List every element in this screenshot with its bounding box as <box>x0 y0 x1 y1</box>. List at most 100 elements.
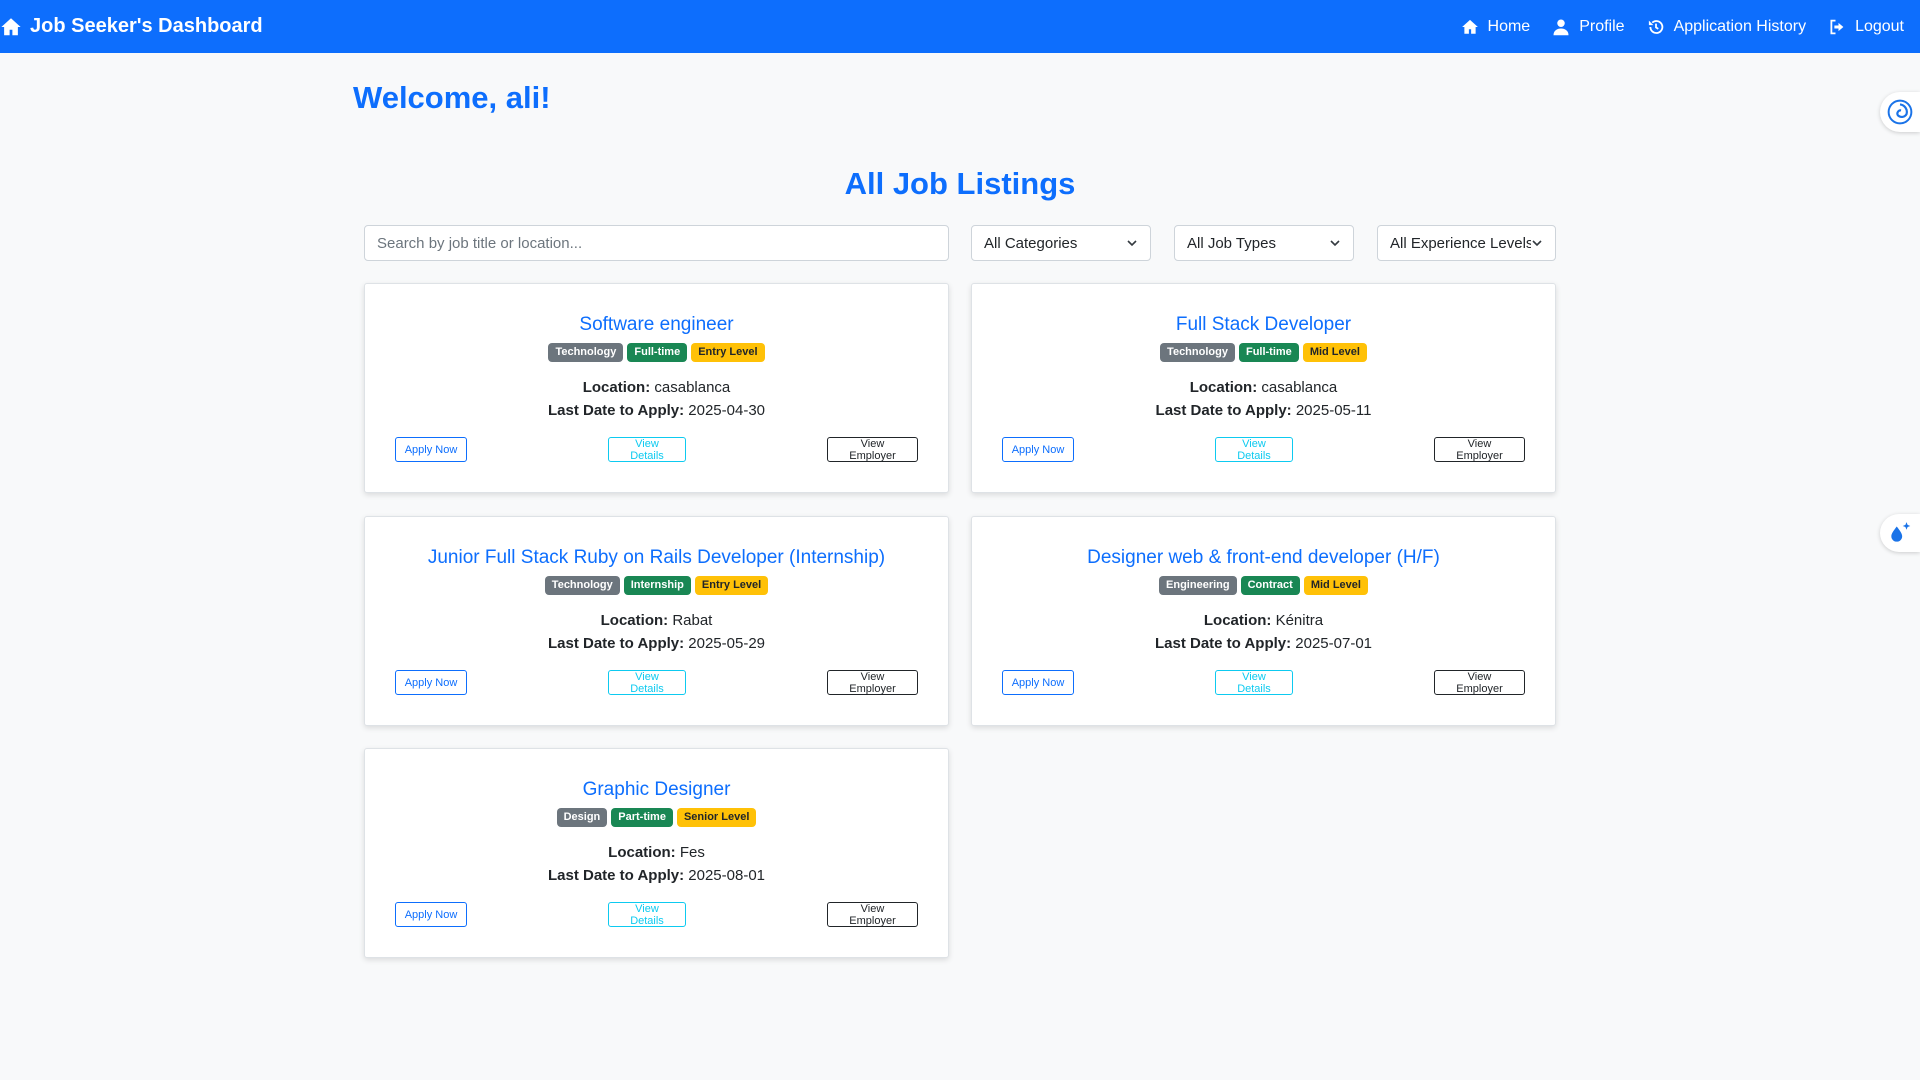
location-value: Rabat <box>672 612 713 629</box>
job-deadline: Last Date to Apply: 2025-05-11 <box>972 402 1555 419</box>
job-badges: Technology Full-time Entry Level <box>365 343 948 362</box>
deadline-label: Last Date to Apply: <box>547 635 685 652</box>
location-label: Location: <box>1189 379 1258 396</box>
view-employer-button[interactable]: View Employer <box>1434 437 1525 462</box>
job-type-badge: Full-time <box>627 343 688 362</box>
search-input[interactable] <box>364 225 949 261</box>
job-title[interactable]: Designer web & front-end developer (H/F) <box>972 547 1555 569</box>
category-badge: Technology <box>548 343 624 362</box>
drop-sparkle-icon <box>1887 520 1913 546</box>
job-badges: Design Part-time Senior Level <box>365 808 948 827</box>
deadline-value: 2025-04-30 <box>688 402 766 419</box>
view-employer-button[interactable]: View Employer <box>827 902 918 927</box>
apply-now-button[interactable]: Apply Now <box>395 670 467 695</box>
job-title[interactable]: Full Stack Developer <box>972 314 1555 336</box>
filter-bar: All Categories All Job Types All Experie… <box>364 225 1556 261</box>
brand[interactable]: Job Seeker's Dashboard <box>0 15 263 38</box>
view-details-button[interactable]: View Details <box>608 670 686 695</box>
apply-now-button[interactable]: Apply Now <box>395 437 467 462</box>
job-card: Designer web & front-end developer (H/F)… <box>971 516 1556 726</box>
user-icon <box>1552 18 1570 36</box>
job-card: Software engineer Technology Full-time E… <box>364 283 949 493</box>
nav-links: Home Profile Application History Logout <box>1457 14 1912 40</box>
apply-now-button[interactable]: Apply Now <box>395 902 467 927</box>
top-navbar: Job Seeker's Dashboard Home Profile Appl… <box>0 0 1920 53</box>
job-type-badge: Contract <box>1240 576 1300 595</box>
nav-profile-link[interactable]: Profile <box>1548 14 1628 40</box>
listings-title: All Job Listings <box>844 166 1076 201</box>
category-badge: Technology <box>544 576 620 595</box>
experience-select[interactable]: All Experience Levels <box>1377 225 1556 261</box>
view-details-button[interactable]: View Details <box>608 437 686 462</box>
home-icon <box>1461 18 1479 36</box>
experience-select-value: All Experience Levels <box>1390 234 1531 252</box>
level-badge: Senior Level <box>676 808 757 827</box>
nav-logout-label: Logout <box>1855 17 1904 35</box>
job-deadline: Last Date to Apply: 2025-08-01 <box>365 867 948 884</box>
job-location: Location: Kénitra <box>972 612 1555 629</box>
home-icon <box>0 16 22 38</box>
job-card: Graphic Designer Design Part-time Senior… <box>364 748 949 958</box>
job-title[interactable]: Graphic Designer <box>365 779 948 801</box>
nav-home-label: Home <box>1487 17 1531 35</box>
job-location: Location: Rabat <box>365 612 948 629</box>
chevron-down-icon <box>1126 237 1138 249</box>
location-label: Location: <box>600 612 669 629</box>
view-employer-button[interactable]: View Employer <box>1434 670 1525 695</box>
deadline-label: Last Date to Apply: <box>547 402 685 419</box>
deadline-value: 2025-08-01 <box>688 867 766 884</box>
chevron-down-icon <box>1531 237 1543 249</box>
brand-title: Job Seeker's Dashboard <box>30 15 263 37</box>
nav-home-link[interactable]: Home <box>1457 14 1535 40</box>
deadline-label: Last Date to Apply: <box>1155 402 1292 419</box>
job-badges: Engineering Contract Mid Level <box>972 576 1555 595</box>
assistant-drop-button[interactable] <box>1880 514 1920 552</box>
location-label: Location: <box>582 379 651 396</box>
nav-history-link[interactable]: Application History <box>1643 14 1811 40</box>
job-title[interactable]: Software engineer <box>365 314 948 336</box>
job-badges: Technology Internship Entry Level <box>365 576 948 595</box>
view-details-button[interactable]: View Details <box>1215 670 1293 695</box>
deadline-value: 2025-05-11 <box>1295 402 1372 419</box>
level-badge: Entry Level <box>694 576 769 595</box>
job-type-badge: Full-time <box>1238 343 1299 362</box>
level-badge: Mid Level <box>1303 576 1368 595</box>
location-label: Location: <box>1203 612 1272 629</box>
assistant-swirl-button[interactable] <box>1880 92 1920 132</box>
job-title[interactable]: Junior Full Stack Ruby on Rails Develope… <box>365 547 948 569</box>
job-deadline: Last Date to Apply: 2025-05-29 <box>365 635 948 652</box>
view-employer-button[interactable]: View Employer <box>827 437 918 462</box>
job-type-select-value: All Job Types <box>1187 234 1276 252</box>
view-details-button[interactable]: View Details <box>608 902 686 927</box>
job-badges: Technology Full-time Mid Level <box>972 343 1555 362</box>
deadline-label: Last Date to Apply: <box>547 867 685 884</box>
view-employer-button[interactable]: View Employer <box>827 670 918 695</box>
category-badge: Technology <box>1160 343 1235 362</box>
job-location: Location: casablanca <box>365 379 948 396</box>
logout-icon <box>1828 18 1846 36</box>
location-value: casablanca <box>654 379 731 396</box>
swirl-icon <box>1887 99 1913 125</box>
apply-now-button[interactable]: Apply Now <box>1002 437 1074 462</box>
category-badge: Design <box>556 808 608 827</box>
job-type-badge: Internship <box>623 576 691 595</box>
view-details-button[interactable]: View Details <box>1215 437 1293 462</box>
deadline-label: Last Date to Apply: <box>1154 635 1292 652</box>
apply-now-button[interactable]: Apply Now <box>1002 670 1074 695</box>
job-type-select[interactable]: All Job Types <box>1174 225 1354 261</box>
location-value: casablanca <box>1261 379 1338 396</box>
nav-profile-label: Profile <box>1579 17 1625 35</box>
job-card: Full Stack Developer Technology Full-tim… <box>971 283 1556 493</box>
job-deadline: Last Date to Apply: 2025-04-30 <box>365 402 948 419</box>
chevron-down-icon <box>1329 237 1341 249</box>
welcome-heading: Welcome, ali! <box>353 80 551 115</box>
job-location: Location: casablanca <box>972 379 1555 396</box>
nav-history-label: Application History <box>1673 17 1807 35</box>
nav-logout-link[interactable]: Logout <box>1824 14 1908 40</box>
job-location: Location: Fes <box>365 844 948 861</box>
job-card: Junior Full Stack Ruby on Rails Develope… <box>364 516 949 726</box>
location-value: Fes <box>679 844 705 861</box>
level-badge: Mid Level <box>1302 343 1367 362</box>
job-deadline: Last Date to Apply: 2025-07-01 <box>972 635 1555 652</box>
category-select[interactable]: All Categories <box>971 225 1151 261</box>
